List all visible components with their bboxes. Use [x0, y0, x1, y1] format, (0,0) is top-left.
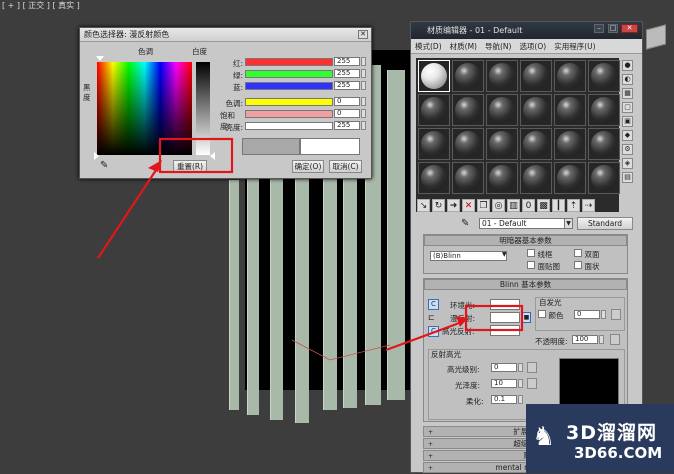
scene-helper-line: [291, 339, 391, 361]
watermark-domain: 3D66.COM: [574, 444, 663, 462]
annotation-overlay: [97, 137, 524, 361]
watermark: ♞ 3D溜溜网 3D66.COM: [526, 404, 674, 473]
annotation-arrow-1: [97, 166, 159, 259]
annotation-arrow-2: [385, 320, 463, 352]
diffuse-highlight-box: [464, 304, 524, 332]
deer-logo-icon: ♞: [532, 422, 556, 452]
watermark-brand: 3D溜溜网: [566, 422, 657, 444]
reset-highlight-box: [158, 137, 234, 174]
